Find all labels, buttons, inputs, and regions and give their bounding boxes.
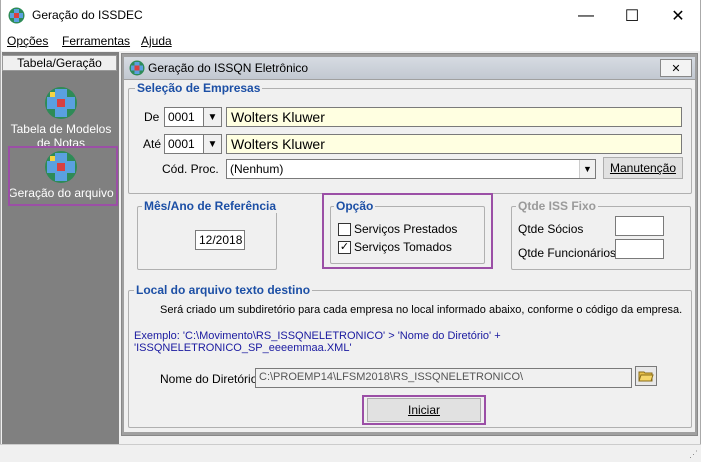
- de-label: De: [144, 110, 160, 124]
- de-lookup-button[interactable]: ▼: [203, 107, 222, 127]
- sidebar-item-tabela-modelos[interactable]: Tabela de Modelos de Notas: [6, 86, 116, 150]
- window-border-left: [0, 0, 1, 462]
- group-qtde-iss: [511, 206, 691, 270]
- highlight-opcao: [322, 193, 493, 269]
- qtde-socios-label: Qtde Sócios: [518, 222, 584, 236]
- qtde-funcionarios-label: Qtde Funcionários: [518, 246, 617, 260]
- qtde-socios-input[interactable]: [615, 216, 664, 236]
- arrow-down-icon: ▼: [207, 111, 218, 123]
- menu-opcoes[interactable]: Opções: [7, 34, 48, 48]
- menu-ferramentas[interactable]: Ferramentas: [62, 34, 130, 48]
- cod-proc-select[interactable]: (Nenhum): [226, 159, 596, 179]
- referencia-input[interactable]: 12/2018: [195, 230, 245, 250]
- qtde-funcionarios-input[interactable]: [615, 239, 664, 259]
- sidebar-header[interactable]: Tabela/Geração: [2, 55, 117, 71]
- de-name-field[interactable]: Wolters Kluwer: [226, 107, 682, 127]
- child-window-title: Geração do ISSQN Eletrônico: [148, 61, 309, 75]
- menu-ajuda[interactable]: Ajuda: [141, 34, 172, 48]
- de-code-field[interactable]: 0001: [164, 107, 204, 127]
- local-info-text: Será criado um subdiretório para cada em…: [160, 304, 683, 316]
- dir-input[interactable]: C:\PROEMP14\LFSM2018\RS_ISSQNELETRONICO\: [255, 368, 632, 388]
- group-title-local: Local do arquivo texto destino: [134, 283, 313, 297]
- dir-label: Nome do Diretório: [160, 372, 258, 386]
- window-title: Geração do ISSDEC: [32, 8, 143, 22]
- group-title-empresas: Seleção de Empresas: [135, 81, 263, 95]
- highlight-geracao-arquivo: [8, 146, 118, 206]
- group-title-qtde: Qtde ISS Fixo: [516, 199, 599, 213]
- ate-lookup-button[interactable]: ▼: [203, 134, 222, 154]
- app-logo-icon: [129, 60, 145, 76]
- close-button[interactable]: ✕: [655, 0, 701, 31]
- manutencao-button[interactable]: Manutenção: [603, 157, 683, 179]
- local-example-text: Exemplo: 'C:\Movimento\RS_ISSQNELETRONIC…: [134, 330, 501, 354]
- child-close-button[interactable]: ✕: [660, 59, 692, 77]
- grid-globe-icon: [45, 87, 77, 119]
- resize-grip-icon[interactable]: ⋰: [689, 449, 698, 460]
- ate-label: Até: [143, 137, 162, 151]
- ate-code-field[interactable]: 0001: [164, 134, 204, 154]
- folder-open-icon: [638, 371, 654, 382]
- status-bar: ⋰: [0, 444, 701, 462]
- chevron-down-icon[interactable]: ▼: [579, 160, 595, 178]
- menu-bar: Opções Ferramentas Ajuda: [0, 31, 701, 51]
- cod-proc-label: Cód. Proc.: [162, 162, 219, 176]
- group-title-referencia: Mês/Ano de Referência: [142, 199, 279, 213]
- title-bar: Geração do ISSDEC — ☐ ✕: [0, 0, 701, 31]
- minimize-button[interactable]: —: [563, 0, 609, 31]
- highlight-iniciar: [362, 395, 486, 425]
- app-logo-icon: [8, 7, 25, 24]
- ate-name-field[interactable]: Wolters Kluwer: [226, 134, 682, 154]
- browse-folder-button[interactable]: [635, 366, 657, 386]
- arrow-down-icon: ▼: [207, 138, 218, 150]
- maximize-button[interactable]: ☐: [609, 0, 655, 31]
